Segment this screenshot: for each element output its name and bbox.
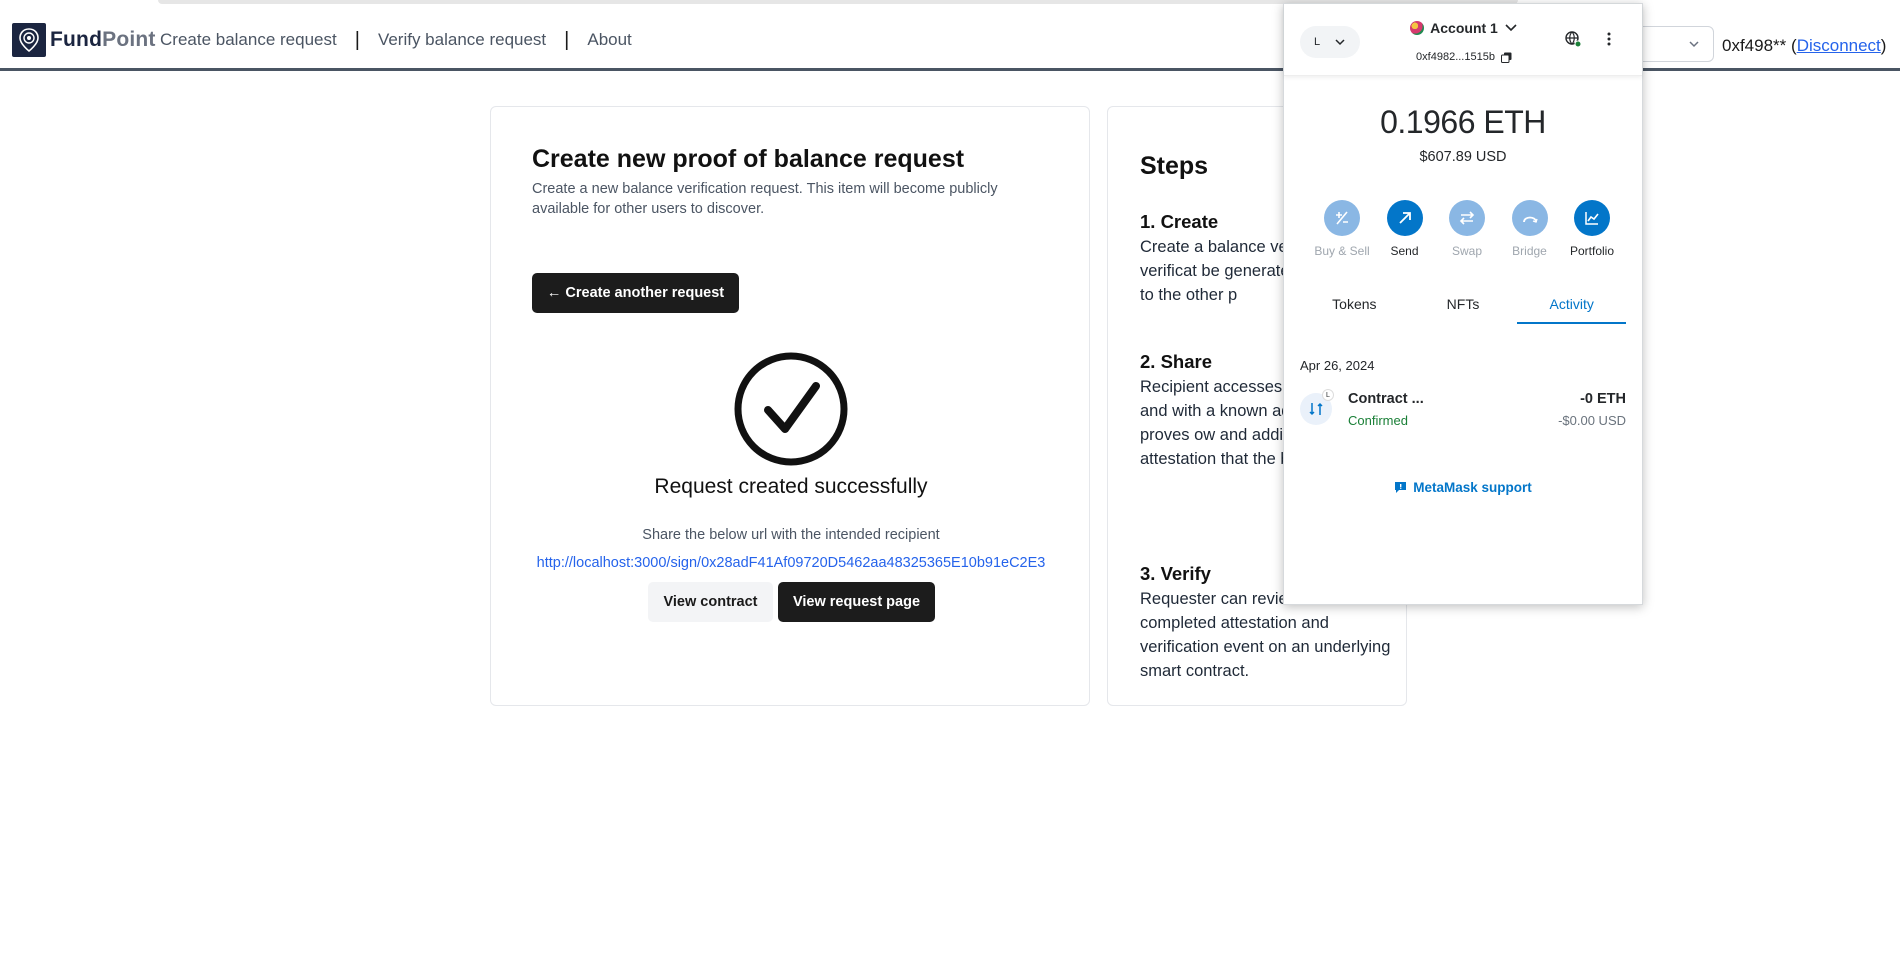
swap-button[interactable]: Swap	[1437, 200, 1497, 258]
success-title: Request created successfully	[654, 475, 928, 498]
transaction-amount: -0 ETH	[1580, 391, 1626, 407]
page-title: Create new proof of balance request	[532, 145, 965, 173]
wallet-tabs: Tokens NFTs Activity	[1300, 288, 1627, 324]
account-name: Account 1	[1430, 20, 1498, 36]
chevron-down-icon	[1335, 39, 1345, 46]
network-picker[interactable]: L	[1300, 26, 1360, 58]
account-display: 0xf498** (Disconnect)	[1722, 36, 1886, 56]
disconnect-link[interactable]: Disconnect	[1797, 36, 1881, 55]
account-address-short: 0xf4982...1515b	[1416, 51, 1495, 63]
chart-line-icon	[1574, 200, 1610, 236]
account-avatar	[1410, 21, 1425, 35]
brand-name: FundPoint	[50, 28, 156, 52]
transaction-status: Confirmed	[1348, 413, 1408, 428]
action-label: Portfolio	[1569, 244, 1615, 258]
fundpoint-logo-icon	[12, 23, 46, 57]
share-instructions: Share the below url with the intended re…	[642, 527, 940, 543]
buy-sell-button[interactable]: Buy & Sell	[1312, 200, 1372, 258]
account-picker[interactable]: Account 1	[1404, 20, 1524, 36]
eth-balance: 0.1966 ETH	[1380, 104, 1546, 140]
nav-separator: |	[354, 29, 360, 51]
bridge-button[interactable]: Bridge	[1500, 200, 1560, 258]
copy-icon	[1500, 52, 1512, 63]
paren-close: )	[1880, 36, 1887, 55]
support-chat-icon	[1395, 482, 1407, 493]
transaction-name: Contract ...	[1348, 391, 1424, 407]
chevron-down-icon	[1505, 24, 1517, 32]
support-label: MetaMask support	[1413, 480, 1532, 495]
send-button[interactable]: Send	[1375, 200, 1435, 258]
nav-verify-balance-request[interactable]: Verify balance request	[378, 30, 546, 50]
network-letter: L	[1313, 36, 1321, 48]
brand-name-light: Point	[102, 28, 156, 51]
steps-title: Steps	[1140, 152, 1209, 180]
view-contract-button[interactable]: View contract	[648, 582, 773, 622]
success-check-icon	[734, 352, 848, 466]
activity-date: Apr 26, 2024	[1300, 358, 1375, 373]
network-badge: L	[1322, 389, 1334, 401]
swap-icon	[1449, 200, 1485, 236]
tab-nfts[interactable]: NFTs	[1409, 288, 1518, 324]
send-arrow-icon	[1386, 200, 1423, 236]
nav-separator: |	[564, 29, 570, 51]
brand-name-bold: Fund	[50, 28, 103, 51]
page-description: Create a new balance verification reques…	[532, 181, 998, 217]
tab-activity[interactable]: Activity	[1517, 288, 1627, 324]
usd-balance: $607.89 USD	[1419, 149, 1507, 165]
connected-sites-globe-icon[interactable]	[1564, 30, 1582, 53]
wallet-actions: Buy & Sell Send Swap Bridge Portfolio	[1312, 200, 1622, 258]
action-label: Send	[1390, 244, 1419, 258]
chevron-down-icon	[1689, 41, 1699, 48]
metamask-header: L Account 1 0xf4982...1515b	[1284, 4, 1642, 76]
create-request-card: Create new proof of balance request Crea…	[490, 106, 1090, 706]
metamask-popup: L Account 1 0xf4982...1515b 0.1966 ETH $…	[1283, 3, 1643, 605]
transaction-amount-usd: -$0.00 USD	[1558, 413, 1626, 428]
account-address-copy[interactable]: 0xf4982...1515b	[1384, 51, 1544, 63]
action-label: Buy & Sell	[1314, 244, 1370, 258]
action-buttons: View contract View request page	[648, 582, 935, 622]
nav-create-balance-request[interactable]: Create balance request	[160, 30, 337, 50]
tab-tokens[interactable]: Tokens	[1300, 288, 1409, 324]
action-label: Swap	[1451, 244, 1483, 258]
nav-links: Create balance request | Verify balance …	[160, 30, 632, 50]
buy-sell-icon	[1324, 200, 1360, 236]
metamask-support-link[interactable]: MetaMask support	[1284, 480, 1642, 495]
kebab-menu-icon[interactable]	[1606, 30, 1612, 53]
account-address: 0xf498**	[1722, 36, 1787, 55]
transaction-row[interactable]: L Contract ... Confirmed -0 ETH -$0.00 U…	[1300, 389, 1626, 439]
view-request-page-button[interactable]: View request page	[778, 582, 935, 622]
bridge-icon	[1511, 200, 1548, 236]
action-label: Bridge	[1512, 244, 1547, 258]
share-url-link[interactable]: http://localhost:3000/sign/0x28adF41Af09…	[491, 555, 1091, 571]
create-another-request-button[interactable]: ← Create another request	[532, 273, 739, 313]
brand[interactable]: FundPoint	[12, 23, 156, 57]
nav-about[interactable]: About	[587, 30, 631, 50]
portfolio-button[interactable]: Portfolio	[1562, 200, 1622, 258]
